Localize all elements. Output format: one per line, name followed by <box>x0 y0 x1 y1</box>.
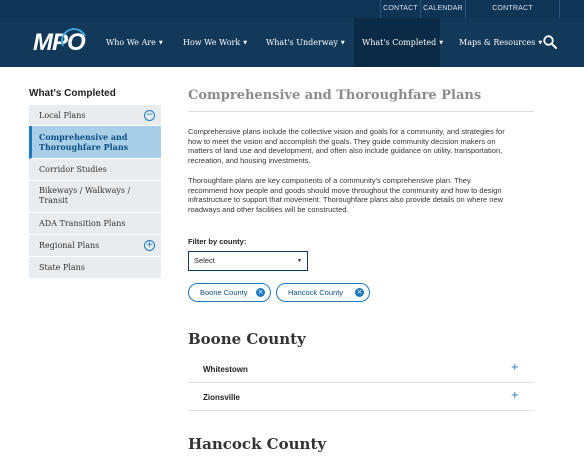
sidebar-item-label: Corridor Studies <box>39 165 107 174</box>
sidebar-item-corridor-studies[interactable]: Corridor Studies <box>29 159 161 181</box>
accordion-item-whitestown[interactable]: Whitestown + <box>188 356 534 383</box>
filter-label: Filter by county: <box>188 237 247 246</box>
chevron-down-icon: ▼ <box>538 40 543 46</box>
main-nav: MPO Who We Are ▼ How We Work ▼ What's Unde… <box>0 18 584 67</box>
plus-icon[interactable]: + <box>511 362 519 373</box>
county-filter-select[interactable]: Select ▼ <box>188 251 308 271</box>
close-icon[interactable]: × <box>256 288 265 297</box>
page-title: Comprehensive and Thoroughfare Plans <box>188 88 482 103</box>
close-icon[interactable]: × <box>355 288 364 297</box>
select-value: Select <box>194 256 215 265</box>
filter-chip-boone: Boone County × <box>188 283 271 302</box>
sidebar-nav: Local Plans − Comprehensive and Thorough… <box>29 105 161 279</box>
sidebar-item-state-plans[interactable]: State Plans <box>29 257 161 279</box>
nav-label: What's Underway <box>266 38 338 47</box>
nav-label: How We Work <box>183 38 241 47</box>
nav-maps-resources[interactable]: Maps & Resources ▼ <box>459 18 542 67</box>
sidebar-item-label: Local Plans <box>39 111 86 120</box>
sidebar-item-label: Comprehensive and Thoroughfare Plans <box>39 132 129 152</box>
divider <box>188 111 534 112</box>
plus-circle-icon[interactable]: + <box>144 240 155 251</box>
sidebar-item-bikeways[interactable]: Bikeways / Walkways / Transit <box>29 181 161 213</box>
minus-circle-icon[interactable]: − <box>144 110 155 121</box>
sidebar-item-label: Regional Plans <box>39 241 100 250</box>
accordion-label: Zionsville <box>203 393 240 402</box>
utility-bar: CONTACT CALENDAR CONTRACT OPPORTUNITIES <box>0 0 584 30</box>
thoroughfare-paragraph: Thoroughfare plans are key components of… <box>188 176 504 215</box>
contact-link[interactable]: CONTACT <box>380 0 420 18</box>
filter-chip-hancock: Hancock County × <box>276 283 370 302</box>
chevron-down-icon: ▼ <box>243 40 248 46</box>
chevron-down-icon: ▼ <box>439 40 444 46</box>
accordion-label: Whitestown <box>203 365 248 374</box>
county-heading-hancock: Hancock County <box>188 435 327 453</box>
plus-icon[interactable]: + <box>511 390 519 401</box>
sidebar-item-comprehensive-thoroughfare[interactable]: Comprehensive and Thoroughfare Plans <box>29 126 161 159</box>
dropdown-arrow-icon: ▼ <box>297 258 302 264</box>
contract-opportunities-link[interactable]: CONTRACT OPPORTUNITIES <box>465 0 560 30</box>
calendar-link[interactable]: CALENDAR <box>420 0 465 18</box>
county-heading-boone: Boone County <box>188 330 306 348</box>
accordion-item-zionsville[interactable]: Zionsville + <box>188 384 534 411</box>
nav-label: What's Completed <box>362 38 437 47</box>
nav-how-we-work[interactable]: How We Work ▼ <box>183 18 247 67</box>
sidebar-item-label: State Plans <box>39 263 85 272</box>
chevron-down-icon: ▼ <box>158 40 163 46</box>
chip-label: Hancock County <box>288 288 344 297</box>
search-icon[interactable] <box>543 35 557 49</box>
nav-whats-completed[interactable]: What's Completed ▼ <box>354 18 444 67</box>
mpo-logo[interactable]: MPO <box>30 24 96 58</box>
sidebar-item-label: Bikeways / Walkways / Transit <box>39 186 131 205</box>
intro-paragraph: Comprehensive plans include the collecti… <box>188 127 505 166</box>
nav-who-we-are[interactable]: Who We Are ▼ <box>106 18 163 67</box>
chip-label: Boone County <box>200 288 248 297</box>
sidebar-item-local-plans[interactable]: Local Plans − <box>29 105 161 126</box>
sidebar-item-label: ADA Transition Plans <box>39 219 126 228</box>
sidebar-title: What's Completed <box>29 88 116 99</box>
sidebar-item-ada-transition[interactable]: ADA Transition Plans <box>29 213 161 235</box>
chevron-down-icon: ▼ <box>340 40 345 46</box>
sidebar-item-regional-plans[interactable]: Regional Plans + <box>29 235 161 257</box>
nav-whats-underway[interactable]: What's Underway ▼ <box>266 18 345 67</box>
nav-label: Maps & Resources <box>459 38 536 47</box>
nav-label: Who We Are <box>106 38 156 47</box>
